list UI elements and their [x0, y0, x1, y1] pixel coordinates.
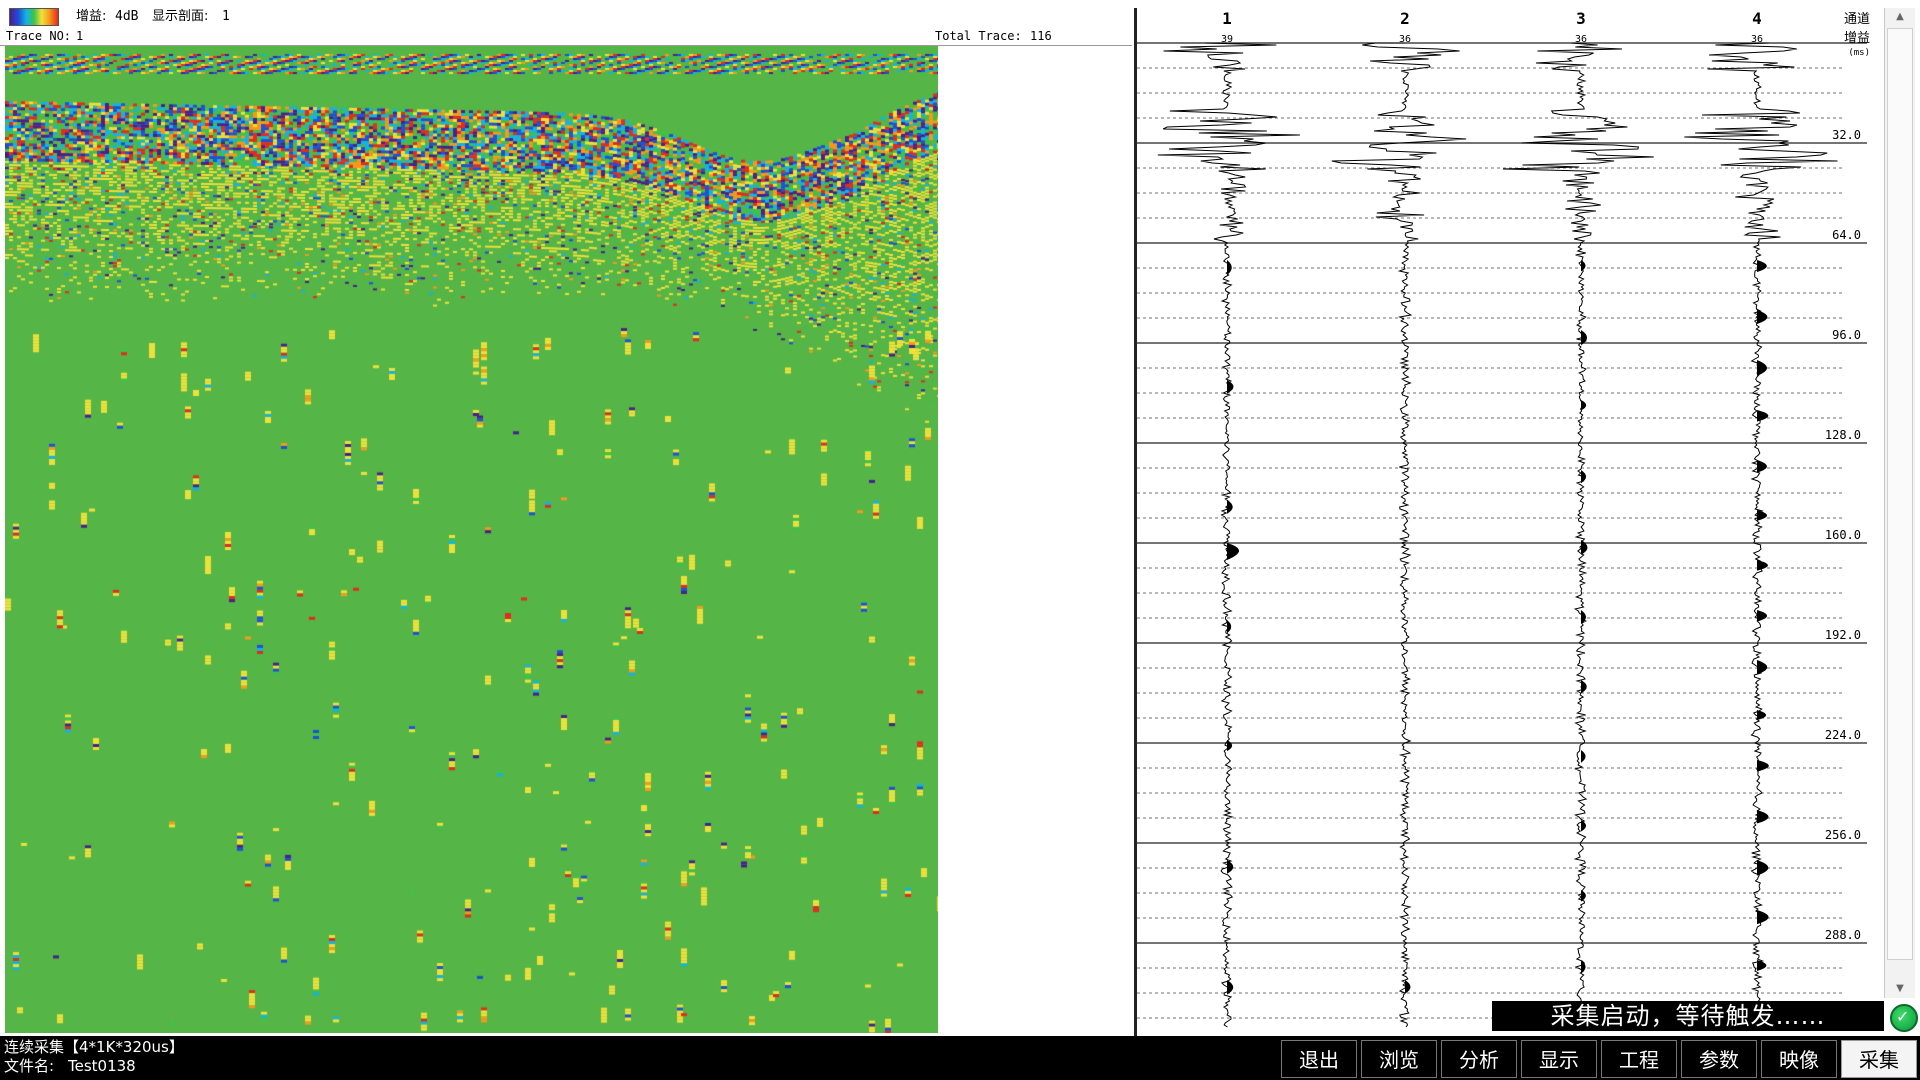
waveform-fill-lobe	[1581, 260, 1586, 272]
channel-number: 3	[1576, 9, 1586, 28]
waveform-fill-lobe	[1757, 610, 1768, 622]
total-trace-label: Total Trace:	[935, 29, 1022, 43]
waveform-trace	[1502, 42, 1654, 1028]
waveform-plot[interactable]: 1 39 2 36 3 36 4 36 通道 增益 (ms) 32.0 64.0…	[1137, 0, 1884, 1036]
waveform-fill-lobe	[1227, 620, 1232, 634]
waveform-fill-lobe	[1757, 410, 1769, 422]
waveform-fill-lobe	[1581, 540, 1588, 555]
status-ok-icon[interactable]: ✓	[1890, 1004, 1918, 1032]
waveform-fill-lobe	[1227, 380, 1234, 394]
parameters-button[interactable]: 参数	[1681, 1040, 1757, 1078]
scroll-up-arrow-icon[interactable]: ▲	[1885, 8, 1915, 26]
waveform-fill-lobe	[1227, 860, 1234, 874]
waveform-fill-lobe	[1581, 890, 1586, 902]
trace-no-value: 1	[76, 29, 84, 43]
bottom-toolbar: 连续采集【4*1K*320us】 文件名: Test0138 退出 浏览 分析 …	[0, 1036, 1920, 1080]
browse-button[interactable]: 浏览	[1361, 1040, 1437, 1078]
waveform-fill-lobe	[1227, 740, 1233, 752]
waveform-fill-lobe	[1757, 360, 1767, 376]
time-label: 128.0	[1825, 428, 1861, 442]
unit-label: (ms)	[1848, 48, 1870, 58]
waveform-fill-lobe	[1581, 470, 1587, 484]
waveform-fill-lobe	[1757, 510, 1767, 521]
waveform-fill-lobe	[1405, 980, 1411, 994]
filename-label: 文件名:	[4, 1057, 55, 1075]
channel-number: 1	[1222, 9, 1232, 28]
waveform-fill-lobe	[1581, 680, 1587, 694]
check-icon: ✓	[1896, 1007, 1910, 1026]
time-label: 288.0	[1825, 928, 1861, 942]
waveform-fill-lobe	[1757, 660, 1768, 675]
waveform-fill-lobe	[1757, 460, 1767, 473]
display-profile-value: 1	[222, 9, 230, 24]
channel-number: 2	[1400, 9, 1410, 28]
waveform-fill-lobe	[1757, 710, 1767, 721]
waveform-trace	[1157, 42, 1300, 1028]
acquire-button[interactable]: 采集	[1841, 1040, 1917, 1078]
trace-no-label: Trace NO:	[6, 29, 72, 43]
waveform-fill-lobe	[1757, 760, 1769, 772]
scroll-down-arrow-icon[interactable]: ▼	[1885, 980, 1915, 998]
vertical-scrollbar[interactable]: ▲ ▼	[1884, 8, 1915, 998]
acquisition-mode-label: 连续采集【4*1K*320us】	[4, 1038, 184, 1056]
time-label: 96.0	[1832, 328, 1861, 342]
total-trace-value: 116	[1030, 29, 1052, 43]
waveform-panel: 1 39 2 36 3 36 4 36 通道 增益 (ms) 32.0 64.0…	[1137, 0, 1884, 1036]
scroll-thumb[interactable]	[1887, 28, 1913, 960]
waveform-fill-lobe	[1581, 820, 1586, 832]
image-button[interactable]: 映像	[1761, 1040, 1837, 1078]
waveform-fill-lobe	[1581, 400, 1587, 411]
waveform-trace	[1684, 42, 1838, 1028]
project-button[interactable]: 工程	[1601, 1040, 1677, 1078]
waveform-fill-lobe	[1757, 310, 1768, 325]
waveform-traces	[1157, 42, 1838, 1028]
waveform-fill-lobe	[1757, 260, 1767, 273]
time-label: 224.0	[1825, 728, 1861, 742]
profile-panel: 增益: 4dB 显示剖面: 1 Trace NO: 1 Total Trace:…	[0, 0, 1132, 1036]
waveform-fill-lobe	[1757, 960, 1767, 971]
trigger-status-banner: 采集启动，等待触发……	[1492, 1001, 1884, 1031]
waveform-fill-lobe	[1581, 610, 1586, 624]
waveform-fill-lobe	[1581, 960, 1586, 974]
waveform-fill-lobe	[1757, 860, 1769, 876]
waveform-fill-lobe	[1227, 500, 1233, 514]
channel-header-label: 通道	[1844, 12, 1870, 27]
time-label: 32.0	[1832, 128, 1861, 142]
time-label: 256.0	[1825, 828, 1861, 842]
gain-value: 4dB	[115, 9, 139, 24]
exit-button[interactable]: 退出	[1281, 1040, 1357, 1078]
color-palette-icon[interactable]	[9, 8, 59, 26]
waveform-fill-lobe	[1757, 810, 1769, 824]
time-label: 64.0	[1832, 228, 1861, 242]
waveform-fill-lobe	[1757, 560, 1768, 571]
gain-label: 增益:	[76, 9, 107, 24]
display-profile-label: 显示剖面:	[152, 9, 209, 24]
gain-header-label: 增益	[1844, 31, 1870, 46]
waveform-fill-lobe	[1757, 910, 1769, 925]
waveform-fill-lobe	[1227, 543, 1239, 560]
radar-profile-canvas[interactable]	[5, 46, 938, 1033]
channel-number: 4	[1752, 9, 1762, 28]
waveform-fill-lobe	[1227, 260, 1232, 276]
display-button[interactable]: 显示	[1521, 1040, 1597, 1078]
filename-value: Test0138	[68, 1057, 136, 1075]
analyze-button[interactable]: 分析	[1441, 1040, 1517, 1078]
time-label: 192.0	[1825, 628, 1861, 642]
waveform-trace	[1331, 42, 1467, 1028]
waveform-fill-lobe	[1227, 980, 1234, 995]
time-label: 160.0	[1825, 528, 1861, 542]
time-axis-labels: 32.0 64.0 96.0 128.0 160.0 192.0 224.0 2…	[1825, 128, 1861, 942]
waveform-fill-lobe	[1581, 750, 1586, 763]
